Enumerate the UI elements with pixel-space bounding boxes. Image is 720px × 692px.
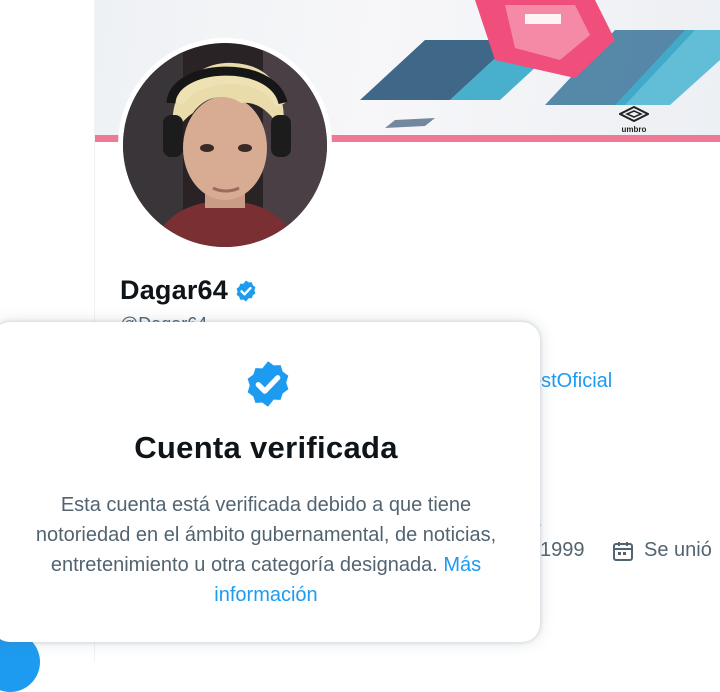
profile-website-link[interactable]: estOficial bbox=[530, 370, 612, 393]
banner-brand: umbro bbox=[617, 105, 651, 134]
popover-description: Esta cuenta está verificada debido a que… bbox=[35, 494, 497, 576]
profile-joined-date: Se unió bbox=[612, 539, 712, 562]
avatar-photo bbox=[123, 43, 327, 247]
popover-body: Esta cuenta está verificada debido a que… bbox=[22, 490, 510, 610]
banner-brand-label: umbro bbox=[621, 125, 647, 134]
verified-badge-icon bbox=[242, 358, 294, 415]
calendar-icon bbox=[612, 540, 634, 562]
popover-title: Cuenta verificada bbox=[134, 430, 398, 465]
joined-label: Se unió bbox=[644, 539, 712, 561]
profile-birth-date: 1999 bbox=[540, 539, 585, 561]
verified-account-popover: Cuenta verificada Esta cuenta está verif… bbox=[0, 322, 540, 642]
umbro-diamond-icon bbox=[617, 105, 651, 123]
avatar[interactable] bbox=[118, 38, 332, 252]
verified-badge-icon[interactable] bbox=[234, 279, 258, 303]
display-name-text: Dagar64 bbox=[120, 275, 228, 305]
profile-display-name: Dagar64 bbox=[120, 275, 258, 306]
